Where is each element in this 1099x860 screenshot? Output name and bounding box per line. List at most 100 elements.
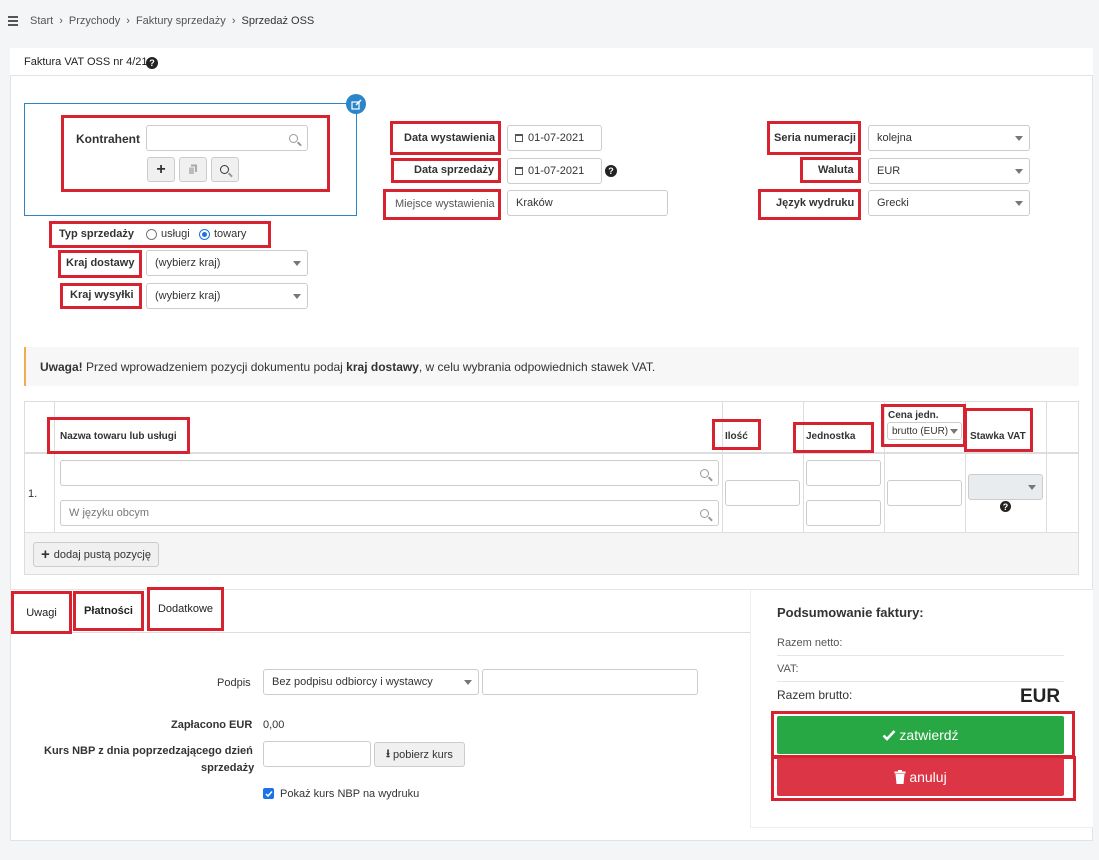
gross-currency: EUR (1020, 686, 1061, 707)
unit-price-input[interactable] (887, 480, 962, 506)
gross-total-label: Razem brutto: (777, 688, 853, 702)
tab-additional[interactable]: Dodatkowe (147, 587, 224, 631)
search-icon (700, 509, 709, 518)
tab-notes[interactable]: Uwagi (11, 591, 72, 634)
show-nbp-checkbox[interactable] (263, 788, 274, 799)
chevron-down-icon (464, 680, 472, 685)
warning-alert: Uwaga! Przed wprowadzeniem pozycji dokum… (24, 347, 1079, 386)
language-label: Język wydruku (776, 197, 855, 209)
contractor-label: Kontrahent (76, 132, 140, 146)
cancel-button[interactable]: anuluj (777, 758, 1064, 796)
breadcrumb-item-current: Sprzedaż OSS (241, 15, 315, 27)
language-select[interactable]: Grecki (868, 190, 1030, 216)
unit-foreign-input[interactable] (806, 500, 881, 526)
chevron-down-icon (1015, 169, 1023, 174)
panel-title: Faktura VAT OSS nr 4/21 (24, 56, 148, 68)
summary-title: Podsumowanie faktury: (777, 605, 924, 620)
nbp-rate-input[interactable] (263, 741, 371, 767)
issue-place-label: Miejsce wystawienia (395, 198, 495, 210)
breadcrumb: Start › Przychody › Faktury sprzedaży › … (30, 15, 314, 27)
check-icon (883, 730, 896, 741)
shipping-country-select[interactable]: (wybierz kraj) (146, 283, 308, 309)
radio-goods-label[interactable]: towary (214, 228, 246, 240)
show-nbp-label[interactable]: Pokaż kurs NBP na wydruku (280, 788, 419, 800)
nbp-label-line2: sprzedaży (201, 762, 255, 774)
currency-label: Waluta (818, 164, 854, 176)
breadcrumb-item-sales-invoices[interactable]: Faktury sprzedaży (136, 15, 226, 27)
radio-goods[interactable] (199, 229, 210, 240)
fetch-rate-button[interactable]: ⭳ pobierz kurs (374, 742, 465, 767)
sale-date-label: Data sprzedaży (414, 164, 495, 176)
plus-icon: + (41, 546, 50, 563)
chevron-right-icon: › (126, 15, 130, 27)
col-unit-header: Jednostka (806, 431, 856, 442)
add-contractor-button[interactable]: + (147, 157, 175, 182)
issue-date-input[interactable]: 01-07-2021 (507, 125, 602, 151)
radio-services-label[interactable]: usługi (161, 228, 190, 240)
col-vat-highlight (964, 408, 1033, 452)
quantity-input[interactable] (725, 480, 800, 506)
table-footer (25, 533, 1078, 574)
col-divider (1046, 402, 1047, 532)
chevron-down-icon (1015, 136, 1023, 141)
signature-extra-input[interactable] (482, 669, 698, 695)
chevron-right-icon: › (59, 15, 63, 27)
copy-contractor-button[interactable] (179, 157, 207, 182)
radio-services[interactable] (146, 229, 157, 240)
unit-input[interactable] (806, 460, 881, 486)
calendar-icon (515, 167, 523, 175)
paid-value: 0,00 (263, 719, 285, 731)
sale-date-input[interactable]: 01-07-2021 (507, 158, 602, 184)
breadcrumb-item-start[interactable]: Start (30, 15, 53, 27)
confirm-button[interactable]: zatwierdź (777, 716, 1064, 754)
copy-icon (188, 164, 197, 175)
search-icon (700, 469, 709, 478)
help-icon[interactable]: ? (1000, 501, 1011, 512)
paid-label: Zapłacono EUR (171, 719, 253, 731)
menu-icon[interactable] (8, 16, 18, 26)
col-qty-header: Ilość (725, 431, 748, 442)
chevron-down-icon (293, 261, 301, 266)
net-total-label: Razem netto: (777, 637, 843, 649)
top-bar: Start › Przychody › Faktury sprzedaży › … (0, 0, 1099, 44)
chevron-down-icon (1028, 485, 1036, 490)
tab-payments[interactable]: Płatności (73, 591, 144, 631)
item-name-input[interactable] (60, 460, 719, 486)
nbp-label-line1: Kurs NBP z dnia poprzedzającego dzień (44, 745, 253, 757)
currency-select[interactable]: EUR (868, 158, 1030, 184)
signature-select[interactable]: Bez podpisu odbiorcy i wystawcy (263, 669, 479, 695)
col-name-header: Nazwa towaru lub usługi (60, 431, 177, 442)
vat-rate-select[interactable] (968, 474, 1043, 500)
col-price-header: Cena jedn. (888, 410, 939, 421)
tab-content-border (72, 632, 750, 633)
breadcrumb-item-income[interactable]: Przychody (69, 15, 120, 27)
panel-header: Faktura VAT OSS nr 4/21 ? (10, 48, 1093, 76)
calendar-icon (515, 134, 523, 142)
issue-date-label: Data wystawienia (404, 132, 496, 144)
summary-divider (777, 655, 1064, 656)
item-foreign-name-input[interactable]: W języku obcym (60, 500, 719, 526)
vat-total-label: VAT: (777, 663, 799, 675)
delivery-country-select[interactable]: (wybierz kraj) (146, 250, 308, 276)
price-type-select[interactable]: brutto (EUR) (887, 422, 962, 440)
sale-type-label: Typ sprzedaży (59, 228, 134, 240)
find-contractor-button[interactable] (211, 157, 239, 182)
trash-icon (894, 770, 906, 784)
issue-place-input[interactable]: Kraków (507, 190, 668, 216)
chevron-down-icon (950, 429, 958, 434)
chevron-down-icon (293, 294, 301, 299)
add-empty-row-button[interactable]: + dodaj pustą pozycję (33, 542, 159, 567)
help-icon[interactable]: ? (605, 165, 617, 177)
edit-icon[interactable] (346, 94, 366, 114)
shipping-country-label: Kraj wysyłki (70, 289, 134, 301)
chevron-right-icon: › (231, 15, 236, 27)
col-vat-header: Stawka VAT (970, 431, 1026, 442)
delivery-country-label: Kraj dostawy (66, 257, 135, 269)
help-icon[interactable]: ? (146, 57, 158, 69)
signature-label: Podpis (217, 677, 251, 689)
series-select[interactable]: kolejna (868, 125, 1030, 151)
chevron-down-icon (1015, 201, 1023, 206)
contractor-search-input[interactable] (146, 125, 308, 151)
series-label: Seria numeracji (774, 132, 856, 144)
search-icon (220, 165, 229, 174)
